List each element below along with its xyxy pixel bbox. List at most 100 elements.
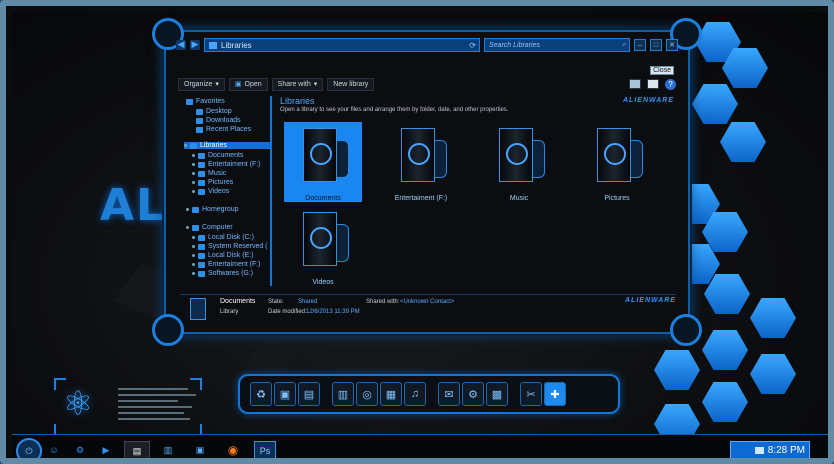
expand-icon[interactable]	[192, 245, 195, 248]
open-label: Open	[244, 80, 262, 88]
drive-icon	[198, 270, 205, 277]
close-button[interactable]: ✕	[666, 39, 678, 51]
nav-item-documents[interactable]: Documents	[192, 152, 243, 159]
nav-item-label: Recent Places	[206, 126, 252, 133]
nav-item-label: Local Disk (E:)	[208, 252, 254, 259]
pictures-icon	[198, 179, 205, 186]
open-button[interactable]: ▣ Open	[228, 77, 268, 91]
hex-tile	[692, 84, 738, 124]
taskbar-folder-icon[interactable]: ▥	[156, 441, 180, 458]
preview-pane-icon[interactable]	[647, 79, 659, 89]
library-tile-videos[interactable]: Videos	[284, 206, 362, 286]
nav-item-pictures[interactable]: Pictures	[192, 179, 233, 186]
dock-item-calendar-icon[interactable]: ▩	[486, 382, 508, 406]
address-bar[interactable]: Libraries ⟳	[204, 38, 480, 52]
library-tile-documents[interactable]: Documents	[284, 122, 362, 202]
dock-item-mail-icon[interactable]: ✉	[438, 382, 460, 406]
drive-icon	[198, 261, 205, 268]
maximize-button[interactable]: □	[650, 39, 662, 51]
nav-favorites[interactable]: Favorites	[186, 98, 225, 105]
nav-computer[interactable]: Computer	[186, 224, 233, 231]
recent-places-icon	[196, 126, 203, 133]
nav-item-recent-places[interactable]: Recent Places	[196, 126, 251, 133]
search-input[interactable]: Search Libraries ⌕	[484, 38, 630, 52]
details-state-value: Shared	[298, 299, 318, 305]
library-tile-pictures[interactable]: Pictures	[578, 122, 656, 202]
nav-item-entertaiment[interactable]: Entertaiment (F:)	[192, 161, 261, 168]
nav-item-drive-g[interactable]: Softwares (G:)	[192, 270, 253, 277]
content-subtitle: Open a library to see your files and arr…	[280, 107, 509, 113]
organize-button[interactable]: Organize ▾	[178, 77, 225, 91]
back-button[interactable]: ◀	[176, 40, 186, 50]
dock-item-active-icon[interactable]: ✚	[544, 382, 566, 406]
share-with-button[interactable]: Share with ▾	[271, 77, 324, 91]
dock-item-documents-icon[interactable]: ▤	[298, 382, 320, 406]
taskbar-media-icon[interactable]: ▶	[94, 441, 118, 458]
details-state-label: State:	[268, 299, 284, 305]
details-shared-value[interactable]: <Unknown Contact>	[400, 299, 454, 305]
documents-library-icon	[297, 126, 349, 186]
dock-item-folder-icon[interactable]: ▥	[332, 382, 354, 406]
expand-icon[interactable]	[192, 236, 195, 239]
taskbar-explorer-icon[interactable]: ▤	[124, 441, 150, 458]
taskbar-user-icon[interactable]: ☺	[44, 441, 64, 458]
taskbar-video-icon[interactable]: ▣	[188, 441, 212, 458]
nav-libraries[interactable]: Libraries	[184, 142, 270, 149]
expand-icon[interactable]	[186, 208, 189, 211]
dock-item-tools-icon[interactable]: ✂	[520, 382, 542, 406]
taskbar-photoshop-icon[interactable]: Ps	[254, 441, 276, 458]
refresh-icon[interactable]: ⟳	[469, 41, 476, 50]
music-library-icon	[493, 126, 545, 186]
dock-item-music-icon[interactable]: ♫	[404, 382, 426, 406]
start-button[interactable]: ⏻	[16, 438, 42, 458]
expand-icon[interactable]	[192, 163, 195, 166]
view-options-icon[interactable]	[629, 79, 641, 89]
nav-item-drive-e[interactable]: Local Disk (E:)	[192, 252, 254, 259]
expand-icon[interactable]	[192, 272, 195, 275]
help-icon[interactable]: ?	[665, 78, 676, 90]
nav-item-desktop[interactable]: Desktop	[196, 108, 232, 115]
library-icon	[190, 142, 197, 149]
nav-item-drive-f[interactable]: Entertaiment (F:)	[192, 261, 261, 268]
drive-icon	[198, 243, 205, 250]
nav-item-videos[interactable]: Videos	[192, 188, 229, 195]
command-bar: Organize ▾ ▣ Open Share with ▾ New library …	[178, 77, 676, 91]
dock-item-recycle-icon[interactable]: ♻	[250, 382, 272, 406]
nav-item-label: Entertaiment (F:)	[208, 161, 261, 168]
minimize-button[interactable]: –	[634, 39, 646, 51]
forward-button[interactable]: ▶	[190, 40, 200, 50]
taskbar-gear-icon[interactable]: ⚙	[68, 441, 92, 458]
expand-icon[interactable]	[186, 226, 189, 229]
expand-icon[interactable]	[192, 190, 195, 193]
expand-icon[interactable]	[184, 144, 187, 147]
documents-icon	[198, 152, 205, 159]
dock-item-settings-icon[interactable]: ⚙	[462, 382, 484, 406]
system-clock[interactable]: 8:28 PM	[730, 441, 810, 458]
library-tile-music[interactable]: Music	[480, 122, 558, 202]
tile-label: Pictures	[604, 195, 630, 202]
details-modified-value: 12/6/2013 11:39 PM	[306, 309, 360, 315]
expand-icon[interactable]	[192, 254, 195, 257]
videos-library-icon	[297, 210, 349, 270]
library-tile-entertaiment[interactable]: Entertaiment (F:)	[382, 122, 460, 202]
taskbar-firefox-icon[interactable]: ◉	[222, 441, 244, 458]
expand-icon[interactable]	[192, 263, 195, 266]
nav-item-label: Local Disk (C:)	[208, 234, 254, 241]
dock-item-pictures-icon[interactable]: ▦	[380, 382, 402, 406]
navigation-pane: Favorites Desktop Downloads Recent Place…	[180, 96, 272, 286]
expand-icon[interactable]	[192, 181, 195, 184]
nav-item-drive-c[interactable]: Local Disk (C:)	[192, 234, 254, 241]
expand-icon[interactable]	[192, 172, 195, 175]
nav-homegroup[interactable]: Homegroup	[186, 206, 239, 213]
nav-item-music[interactable]: Music	[192, 170, 226, 177]
new-library-button[interactable]: New library	[327, 77, 375, 91]
dock-item-computer-icon[interactable]: ▣	[274, 382, 296, 406]
network-icon[interactable]	[754, 446, 764, 454]
tile-label: Documents	[305, 195, 341, 202]
atom-icon: ⚛	[62, 385, 94, 423]
nav-item-downloads[interactable]: Downloads	[196, 117, 241, 124]
chevron-down-icon: ▾	[313, 81, 318, 88]
nav-item-system-reserved[interactable]: System Reserved (	[192, 243, 268, 250]
expand-icon[interactable]	[192, 154, 195, 157]
dock-item-network-icon[interactable]: ◎	[356, 382, 378, 406]
